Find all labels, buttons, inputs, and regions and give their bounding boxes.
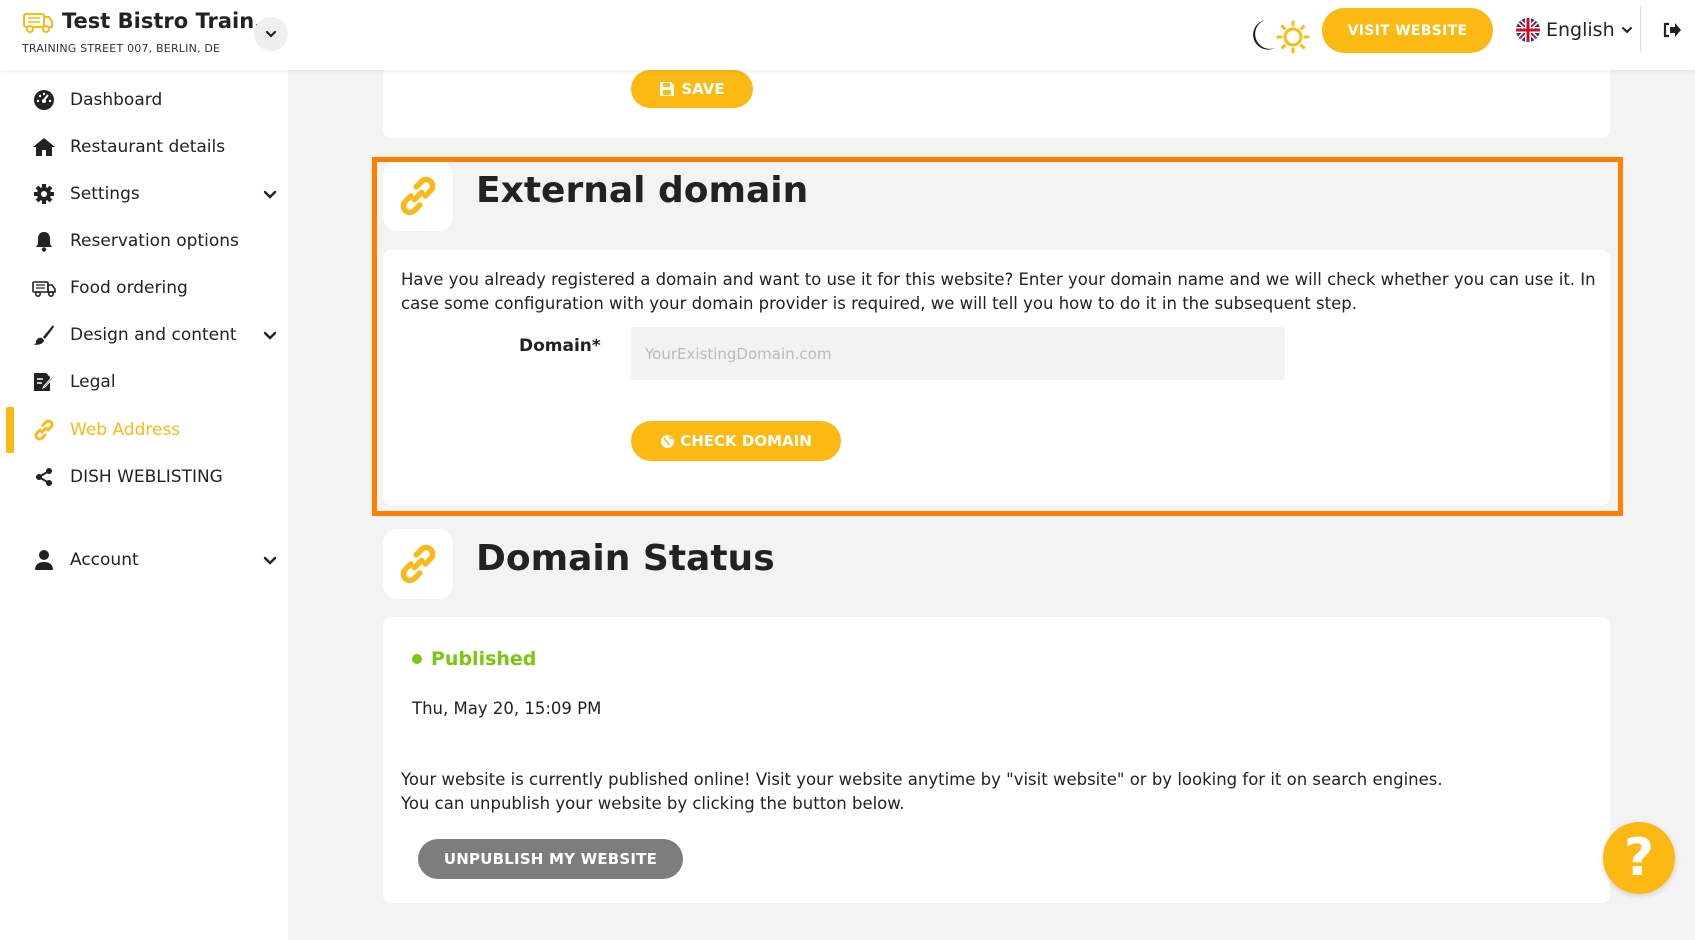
food-truck-icon [22,8,54,34]
previous-section-card [383,70,1610,138]
sidebar: Dashboard Restaurant details Settings Re… [0,70,288,940]
chevron-down-icon [262,552,278,568]
chevron-down-icon [1621,19,1633,41]
logout-icon [1663,22,1681,38]
sidebar-item-label: Food ordering [70,278,188,298]
user-icon [32,548,56,572]
home-icon [32,135,56,159]
restaurant-address: TRAINING STREET 007, BERLIN, DE [22,42,221,55]
legal-icon [32,370,56,394]
sidebar-item-design-and-content[interactable]: Design and content [0,315,288,355]
dashboard-icon [32,88,56,112]
sidebar-item-web-address[interactable]: Web Address [0,410,288,450]
sidebar-item-settings[interactable]: Settings [0,174,288,214]
sidebar-item-label: Settings [70,184,140,204]
logout-button[interactable] [1658,16,1686,44]
status-timestamp: Thu, May 20, 15:09 PM [412,699,602,718]
sidebar-item-food-ordering[interactable]: Food ordering [0,268,288,308]
sidebar-item-reservation-options[interactable]: Reservation options [0,221,288,261]
sidebar-item-label: Web Address [70,420,181,440]
sidebar-item-dashboard[interactable]: Dashboard [0,80,288,120]
floppy-disk-icon [660,82,675,96]
sidebar-item-label: Restaurant details [70,137,226,157]
sidebar-item-label: Design and content [70,325,237,345]
link-icon [32,418,56,442]
food-ordering-icon [32,276,56,300]
restaurant-name: Test Bistro Train... [62,9,279,33]
save-button[interactable]: SAVE [631,70,753,108]
domain-status-link-icon-box [383,529,453,599]
sidebar-item-label: Account [70,550,139,570]
sidebar-item-label: Legal [70,372,116,392]
help-button[interactable]: ? [1603,822,1675,894]
share-icon [32,465,56,489]
status-info-line-1: Your website is currently published onli… [401,770,1443,789]
domain-status-title: Domain Status [476,538,775,579]
visit-website-button[interactable]: VISIT WEBSITE [1322,8,1493,53]
save-label: SAVE [681,80,725,98]
brush-icon [32,323,56,347]
status-info-line-2: You can unpublish your website by clicki… [401,794,905,813]
sidebar-item-legal[interactable]: Legal [0,362,288,402]
link-icon [400,544,436,584]
sidebar-item-label: Dashboard [70,90,163,110]
sidebar-item-account[interactable]: Account [0,540,288,580]
restaurant-switcher[interactable]: Test Bistro Train... TRAINING STREET 007… [22,8,278,55]
status-badge: Published [431,648,537,670]
highlight-frame [372,157,1623,516]
uk-flag-icon [1516,18,1540,42]
unpublish-website-button[interactable]: UNPUBLISH MY WEBSITE [418,839,683,879]
sidebar-item-restaurant-details[interactable]: Restaurant details [0,127,288,167]
theme-toggle[interactable] [1243,14,1313,58]
language-selector[interactable]: English [1516,18,1633,42]
bell-icon [32,229,56,253]
chevron-down-icon [262,186,278,202]
top-bar: Test Bistro Train... TRAINING STREET 007… [0,0,1695,70]
status-indicator-dot [412,654,422,664]
language-label: English [1546,19,1615,41]
moon-icon [1253,20,1275,50]
sidebar-item-label: DISH WEBLISTING [70,467,223,487]
header-divider [1640,6,1641,52]
sidebar-item-dish-weblisting[interactable]: DISH WEBLISTING [0,457,288,497]
restaurant-dropdown-toggle[interactable] [254,17,288,51]
sun-icon [1276,20,1310,54]
gear-icon [32,182,56,206]
chevron-down-icon [262,327,278,343]
sidebar-item-label: Reservation options [70,231,239,251]
chevron-down-icon [265,30,277,38]
question-mark-icon: ? [1623,828,1655,888]
